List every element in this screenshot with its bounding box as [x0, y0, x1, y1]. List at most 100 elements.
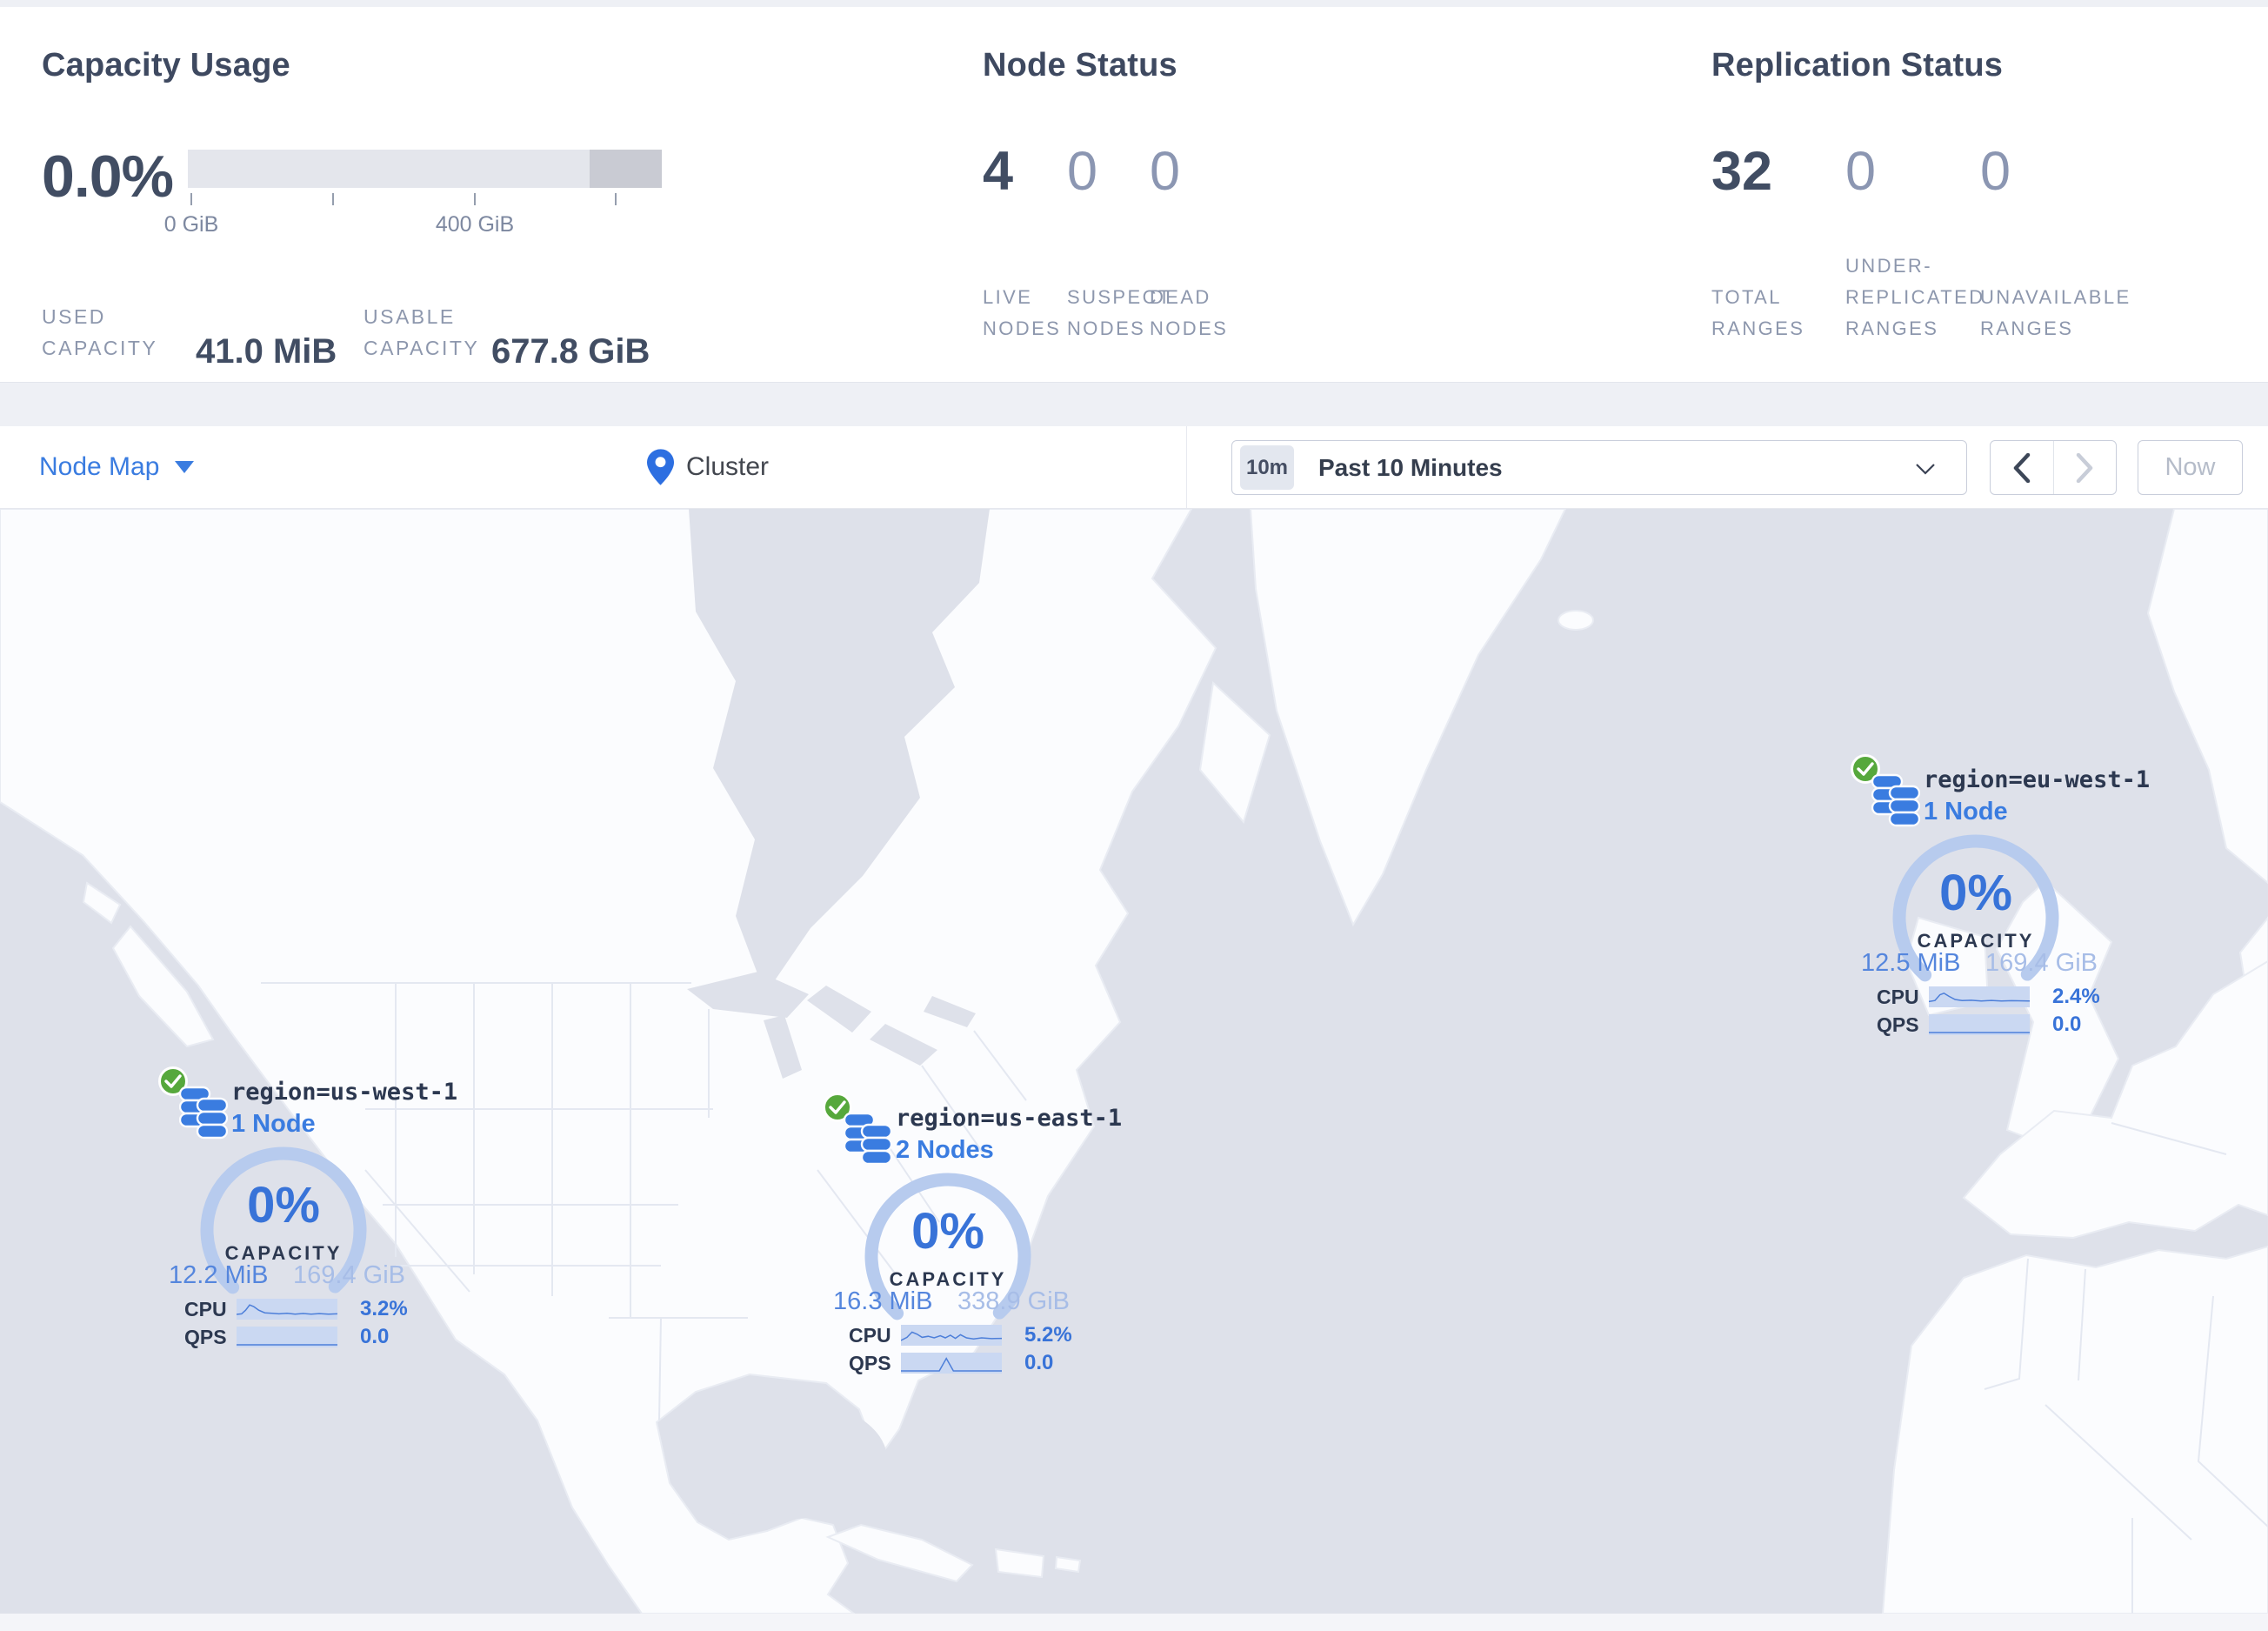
capacity-values: 12.5 MiB 169.4 GiB: [1861, 949, 2098, 978]
cpu-row: CPU 3.2%: [184, 1297, 410, 1320]
usable-capacity-label-line: USABLE: [364, 305, 456, 328]
used-capacity: 12.2 MiB: [169, 1261, 269, 1289]
axis-tick: [615, 193, 617, 205]
capacity-usage-title: Capacity Usage: [42, 47, 290, 84]
used-capacity: 12.5 MiB: [1861, 949, 1961, 977]
label-line: RANGES: [1711, 318, 1805, 339]
capacity-percent: 0%: [911, 1203, 984, 1260]
axis-tick-label: 0 GiB: [163, 212, 219, 237]
capacity-donut: 0% CAPACITY: [861, 1169, 1035, 1343]
used-capacity-label-line: USED: [42, 305, 106, 328]
used-capacity-label-line: CAPACITY: [42, 337, 158, 359]
qps-label: QPS: [1877, 1013, 1919, 1036]
database-stack-icon: [1871, 773, 1921, 832]
qps-value: 0.0: [2052, 1013, 2082, 1036]
label-line: NODES: [1150, 318, 1229, 339]
usable-capacity-label-line: CAPACITY: [364, 337, 480, 359]
label-line: RANGES: [1980, 318, 2074, 339]
chevron-down-icon: [1916, 464, 1935, 475]
capacity-bar-track: [188, 150, 662, 188]
breadcrumb[interactable]: Cluster: [647, 426, 769, 508]
view-selector-dropdown[interactable]: Node Map: [39, 426, 195, 508]
time-back-button[interactable]: [1991, 441, 2053, 494]
cpu-label: CPU: [1877, 985, 1919, 1008]
under-replicated-ranges-value: 0: [1845, 141, 1877, 202]
dead-nodes-label: DEAD NODES: [1150, 282, 1228, 344]
axis-tick: [474, 193, 476, 205]
cpu-sparkline: [1929, 986, 2030, 1007]
label-line: NODES: [983, 318, 1062, 339]
used-capacity-label: USED CAPACITY: [42, 301, 157, 364]
node-map[interactable]: region=us-west-1 1 Node 0% CAPACITY 12.2…: [0, 509, 2268, 1614]
now-button[interactable]: Now: [2138, 440, 2243, 495]
capacity-bar: 0 GiB 400 GiB: [164, 150, 662, 237]
used-capacity-value: 41.0 MiB: [196, 332, 337, 371]
unavailable-ranges-metric: 0 UNAVAILABLE RANGES: [1980, 141, 2129, 353]
capacity-percent: 0%: [247, 1177, 320, 1233]
replication-status-title: Replication Status: [1711, 47, 2004, 84]
region-marker-us-west-1[interactable]: region=us-west-1 1 Node 0% CAPACITY 12.2…: [157, 1065, 457, 1365]
cpu-row: CPU 2.4%: [1877, 985, 2103, 1008]
chevron-left-icon: [2013, 452, 2030, 483]
location-pin-icon: [647, 449, 674, 485]
region-marker-us-east-1[interactable]: region=us-east-1 2 Nodes 0% CAPACITY 16.…: [821, 1091, 1122, 1391]
region-node-count-link[interactable]: 1 Node: [1924, 798, 2008, 826]
breadcrumb-label: Cluster: [686, 452, 770, 481]
unavailable-ranges-value: 0: [1980, 141, 2011, 202]
cpu-value: 5.2%: [1024, 1323, 1072, 1347]
qps-row: QPS 0.0: [849, 1351, 1075, 1374]
unavailable-ranges-label: UNAVAILABLE RANGES: [1980, 282, 2131, 344]
total-ranges-label: TOTAL RANGES: [1711, 282, 1804, 344]
qps-row: QPS 0.0: [184, 1325, 410, 1348]
usable-capacity: 169.4 GiB: [293, 1261, 405, 1289]
chevron-right-icon: [2077, 452, 2093, 483]
qps-sparkline: [1929, 1014, 2030, 1035]
dead-nodes-value: 0: [1150, 141, 1181, 202]
capacity-values: 16.3 MiB 338.9 GiB: [833, 1287, 1070, 1316]
qps-value: 0.0: [360, 1325, 390, 1348]
capacity-percent: 0.0%: [42, 144, 174, 210]
total-ranges-metric: 32 TOTAL RANGES: [1711, 144, 1851, 353]
capacity-values: 12.2 MiB 169.4 GiB: [169, 1261, 405, 1290]
region-node-count-link[interactable]: 2 Nodes: [896, 1136, 994, 1165]
cpu-value: 3.2%: [360, 1297, 408, 1320]
qps-label: QPS: [849, 1351, 891, 1374]
cpu-label: CPU: [184, 1297, 227, 1320]
cpu-label: CPU: [849, 1323, 891, 1347]
toolbar-divider: [1186, 426, 1187, 508]
capacity-donut: 0% CAPACITY: [1889, 831, 2063, 1005]
axis-tick-label: 400 GiB: [435, 212, 515, 237]
view-selector-label: Node Map: [39, 452, 160, 481]
label-line: UNAVAILABLE: [1980, 286, 2131, 308]
qps-value: 0.0: [1024, 1351, 1054, 1374]
time-range-select[interactable]: 10m Past 10 Minutes: [1231, 440, 1967, 495]
cpu-row: CPU 5.2%: [849, 1323, 1075, 1347]
time-range-label: Past 10 Minutes: [1318, 453, 1503, 481]
time-range-badge: 10m: [1240, 445, 1294, 490]
region-name: region=us-east-1: [896, 1105, 1123, 1132]
label-line: REPLICATED: [1845, 286, 1985, 308]
dead-nodes-metric: 0 DEAD NODES: [1150, 144, 1289, 353]
time-forward-button[interactable]: [2052, 441, 2117, 494]
label-line: DEAD: [1150, 286, 1211, 308]
cpu-sparkline: [901, 1325, 1002, 1346]
axis-tick: [332, 193, 334, 205]
total-ranges-value: 32: [1711, 141, 1773, 202]
live-nodes-label: LIVE NODES: [983, 282, 1061, 344]
node-status-title: Node Status: [983, 47, 1177, 84]
capacity-percent: 0%: [1939, 865, 2012, 921]
capacity-donut: 0% CAPACITY: [197, 1143, 370, 1317]
under-replicated-ranges-label: UNDER- REPLICATED RANGES: [1845, 251, 1985, 344]
region-marker-eu-west-1[interactable]: region=eu-west-1 1 Node 0% CAPACITY 12.5…: [1849, 752, 2150, 1053]
world-map: [0, 509, 2268, 1614]
label-line: UNDER-: [1845, 255, 1932, 277]
label-line: RANGES: [1845, 318, 1939, 339]
capacity-bar-reserved-segment: [590, 150, 662, 188]
used-capacity: 16.3 MiB: [833, 1287, 933, 1315]
cpu-value: 2.4%: [2052, 985, 2100, 1008]
label-line: TOTAL: [1711, 286, 1782, 308]
usable-capacity: 338.9 GiB: [957, 1287, 1070, 1315]
under-replicated-ranges-metric: 0 UNDER- REPLICATED RANGES: [1845, 144, 1984, 353]
map-toolbar: Node Map Cluster 10m Past 10 Minutes Now: [0, 426, 2268, 509]
region-node-count-link[interactable]: 1 Node: [231, 1110, 316, 1139]
